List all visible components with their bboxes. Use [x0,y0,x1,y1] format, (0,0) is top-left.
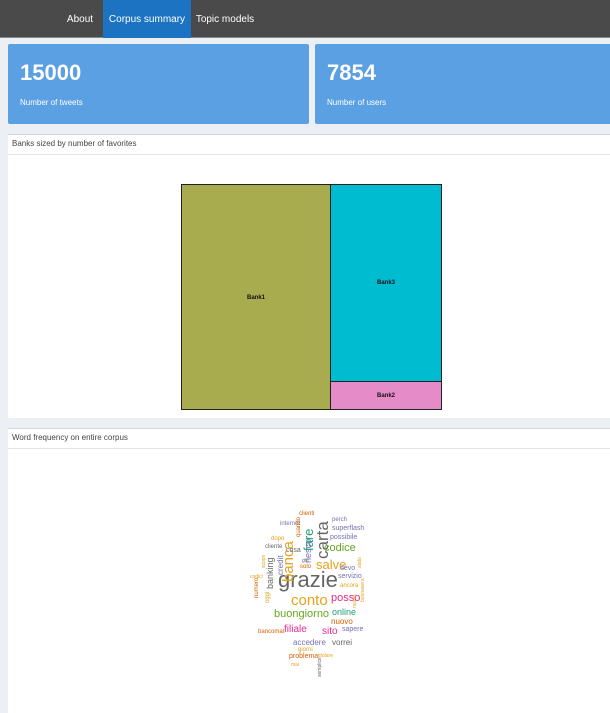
wordcloud-word: semplice [317,657,323,677]
treemap-label-bank3: Bank3 [376,280,395,286]
wordcloud-word: nuovo [331,617,353,626]
wordcloud-word: nuova [352,594,358,608]
wordcloud-word: devo [340,565,356,572]
tweets-count: 15000 [20,60,82,85]
wordcloud-word: solo [300,564,312,570]
tab-about[interactable]: About [57,0,103,38]
wordcloud-word: banking [265,557,275,589]
wordcloud-word: buonasera [360,578,366,602]
wordcloud-word: problema [289,653,319,660]
wordcloud: grazie carta banca conto fare salve codice buon… [236,501,396,691]
wordcloud-word: cosa [286,547,301,554]
wordcloud-word: sapere [342,626,364,633]
wordcloud-panel-title: Word frequency on entire corpus [8,429,610,449]
wordcloud-word: scopri [261,554,267,568]
wordcloud-word: filiale [284,624,307,635]
wordcloud-word: codici [250,574,263,580]
users-valuebox: 7854 Number of users [315,44,610,124]
tab-corpus-summary[interactable]: Corpus summary [103,0,191,38]
wordcloud-word: mai [291,662,300,668]
wordcloud-word: online [332,607,357,617]
treemap-panel: Banks sized by number of favorites Bank1… [8,134,610,418]
wordcloud-word: quando [296,516,302,537]
treemap-rect-bank2: Bank2 [330,381,442,410]
wordcloud-word: credit [276,555,285,575]
wordcloud-word: dopo [271,536,285,542]
wordcloud-word: possibile [330,534,358,541]
tweets-label: Number of tweets [20,98,83,107]
wordcloud-word: ancora [340,583,359,589]
wordcloud-word: girl [302,558,309,564]
wordcloud-word: servizio [338,573,362,580]
treemap-label-bank1: Bank1 [246,295,265,301]
treemap-panel-title: Banks sized by number of favorites [8,135,610,155]
treemap-label-bank2: Bank2 [376,393,395,399]
wordcloud-word: accedere [293,638,326,647]
wordcloud-word: numero [254,577,260,598]
wordcloud-word: sito [322,626,338,637]
wordcloud-word: codice [324,542,356,554]
wordcloud-word: perch [332,517,348,523]
users-label: Number of users [327,98,387,107]
treemap-rect-bank1: Bank1 [181,184,331,410]
navbar: About Corpus summary Topic models [0,0,610,38]
users-count: 7854 [327,60,376,85]
wordcloud-word: oggi [265,591,271,603]
wordcloud-word: buongiorno [274,608,330,620]
wordcloud-word: vorrei [332,638,353,647]
wordcloud-word: stato [357,557,363,568]
tweets-valuebox: 15000 Number of tweets [8,44,309,124]
wordcloud-word: bancomat [258,629,285,635]
treemap-rect-bank3: Bank3 [330,184,442,382]
wordcloud-word: superflash [332,525,365,532]
wordcloud-panel: Word frequency on entire corpus grazie ca… [8,428,610,713]
tab-topic-models[interactable]: Topic models [193,0,257,38]
wordcloud-word: cliente [265,544,283,550]
wordcloud-word: conto [291,592,328,609]
